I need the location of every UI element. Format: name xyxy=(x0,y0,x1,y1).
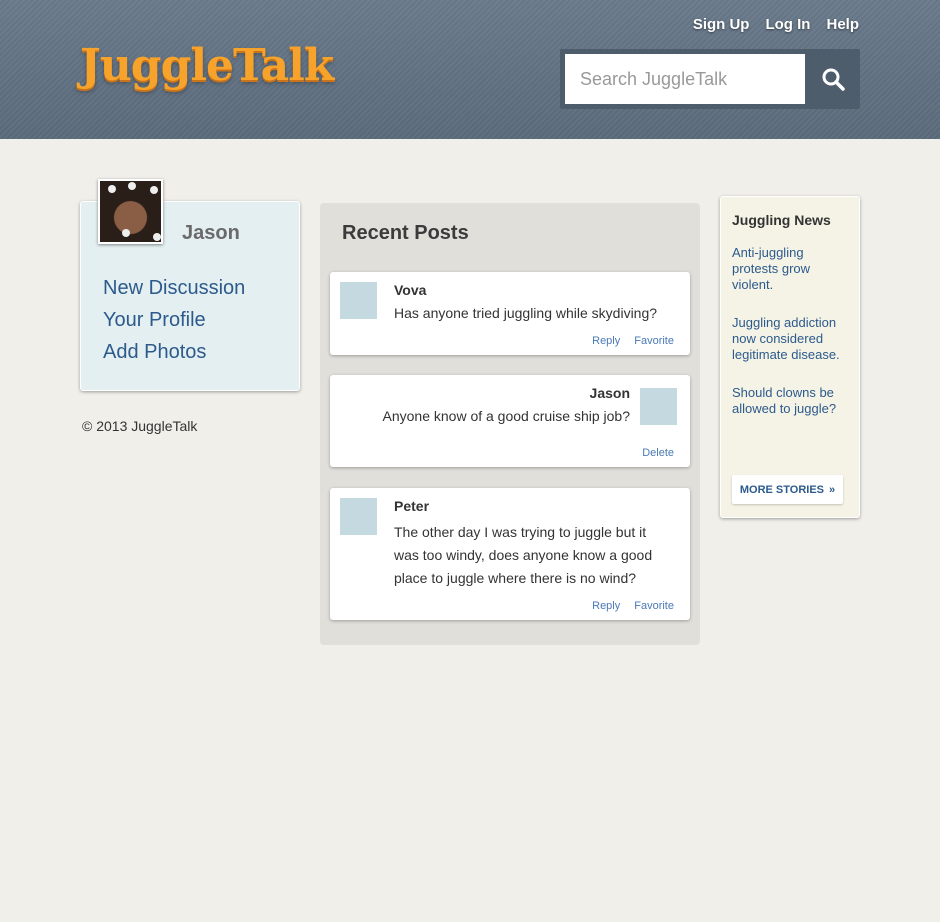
avatar[interactable] xyxy=(98,179,163,244)
sidebar-item-your-profile: Your Profile xyxy=(103,304,245,336)
post-card: Vova Has anyone tried juggling while sky… xyxy=(330,272,690,355)
new-discussion-link[interactable]: New Discussion xyxy=(103,277,245,299)
search-box xyxy=(560,49,860,109)
post-text: Has anyone tried juggling while skydivin… xyxy=(394,305,658,321)
post-actions: Delete xyxy=(642,447,674,459)
post-text: The other day I was trying to juggle but… xyxy=(394,524,653,586)
recent-posts-title: Recent Posts xyxy=(342,222,469,244)
news-item[interactable]: Should clowns be allowed to juggle? xyxy=(732,385,852,417)
search-input[interactable] xyxy=(565,54,805,104)
sidebar-item-add-photos: Add Photos xyxy=(103,336,245,368)
reply-link[interactable]: Reply xyxy=(592,335,620,347)
post-author[interactable]: Vova xyxy=(394,282,426,298)
post-avatar[interactable] xyxy=(340,498,377,535)
site-header: JuggleTalk Sign Up Log In Help xyxy=(0,0,940,139)
post-text: Anyone know of a good cruise ship job? xyxy=(382,408,631,424)
add-photos-link[interactable]: Add Photos xyxy=(103,341,206,363)
post-actions: Reply Favorite xyxy=(592,600,674,612)
delete-link[interactable]: Delete xyxy=(642,447,674,459)
post-actions: Reply Favorite xyxy=(592,335,674,347)
favorite-link[interactable]: Favorite xyxy=(634,335,674,347)
search-icon xyxy=(822,68,845,91)
news-title: Juggling News xyxy=(732,212,831,228)
site-logo[interactable]: JuggleTalk xyxy=(80,40,334,91)
top-nav: Sign Up Log In Help xyxy=(693,16,859,33)
post-avatar[interactable] xyxy=(340,282,377,319)
post-card: Jason Anyone know of a good cruise ship … xyxy=(330,375,690,467)
recent-posts-panel: Recent Posts Vova Has anyone tried juggl… xyxy=(320,203,700,645)
search-button[interactable] xyxy=(805,49,860,109)
more-stories-label: MORE STORIES xyxy=(739,483,825,496)
sidebar-item-new-discussion: New Discussion xyxy=(103,272,245,304)
news-item[interactable]: Anti-juggling protests grow violent. xyxy=(732,245,852,293)
copyright: © 2013 JuggleTalk xyxy=(82,418,198,434)
reply-link[interactable]: Reply xyxy=(592,600,620,612)
help-link[interactable]: Help xyxy=(826,16,859,33)
user-sidebar: Jason New Discussion Your Profile Add Ph… xyxy=(80,179,300,391)
sign-up-link[interactable]: Sign Up xyxy=(693,16,750,33)
sidebar-user-name: Jason xyxy=(182,222,240,244)
juggling-news-panel: Juggling News Anti-juggling protests gro… xyxy=(720,196,860,518)
news-item[interactable]: Juggling addiction now considered legiti… xyxy=(732,315,852,363)
your-profile-link[interactable]: Your Profile xyxy=(103,309,206,331)
favorite-link[interactable]: Favorite xyxy=(634,600,674,612)
post-card: Peter The other day I was trying to jugg… xyxy=(330,488,690,620)
more-stories-button[interactable]: MORE STORIES » xyxy=(732,475,843,504)
post-author[interactable]: Jason xyxy=(590,385,630,401)
sidebar-links: New Discussion Your Profile Add Photos xyxy=(103,272,245,368)
post-avatar[interactable] xyxy=(640,388,677,425)
double-chevron-right-icon: » xyxy=(829,483,836,496)
log-in-link[interactable]: Log In xyxy=(765,16,810,33)
post-author[interactable]: Peter xyxy=(394,498,429,514)
